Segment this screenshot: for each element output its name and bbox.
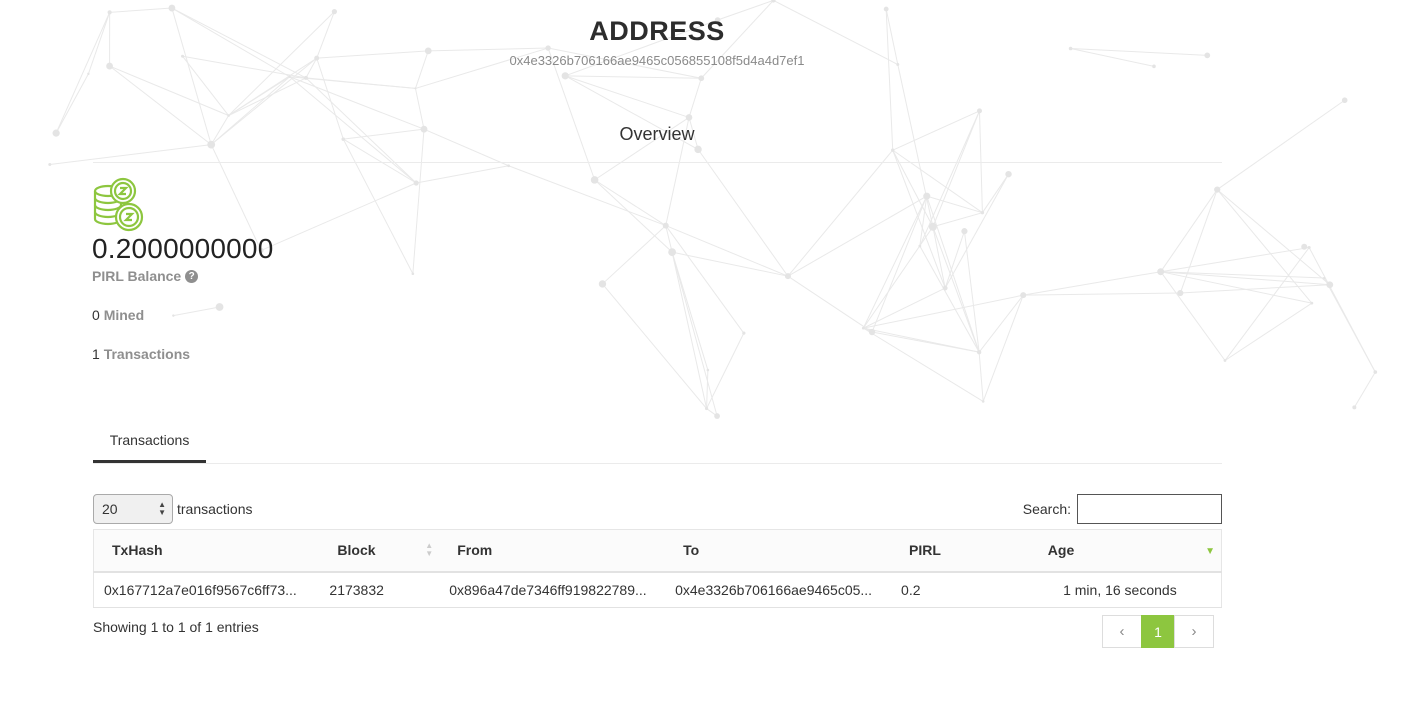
transactions-count: 1 <box>92 346 100 362</box>
cell-pirl: 0.2 <box>891 571 1009 608</box>
next-page-button[interactable]: › <box>1174 615 1214 648</box>
balance-label: PIRL Balance <box>92 268 182 284</box>
search-label: Search: <box>1022 501 1071 517</box>
column-header-txhash[interactable]: TxHash <box>93 529 320 573</box>
search-input[interactable] <box>1077 494 1222 524</box>
search-control: Search: <box>1023 494 1222 524</box>
address-hash: 0x4e3326b706166ae9465c056855108f5d4a4d7e… <box>509 53 805 68</box>
overview-divider <box>93 162 1222 163</box>
cell-block[interactable]: 2173832 <box>319 571 440 608</box>
column-header-pirl[interactable]: PIRL <box>891 529 1009 573</box>
page-length-select[interactable]: 20 ▲ ▼ <box>93 494 173 524</box>
table-info: Showing 1 to 1 of 1 entries <box>93 619 259 635</box>
tabs-divider <box>93 463 1222 464</box>
column-header-to[interactable]: To <box>665 529 892 573</box>
overview-heading: Overview <box>619 124 695 144</box>
cell-to[interactable]: 0x4e3326b706166ae9465c05... <box>665 571 892 608</box>
sort-icon: ▲ ▼ <box>425 541 434 558</box>
tab-transactions[interactable]: Transactions <box>93 430 206 463</box>
mined-stat: 0 Mined <box>92 307 144 323</box>
table-header-row: TxHash Block ▲ ▼ From To PIRL Age ▼ <box>93 529 1222 573</box>
sort-desc-icon: ▼ <box>1205 546 1215 557</box>
transactions-table: TxHash Block ▲ ▼ From To PIRL Age ▼ 0x167… <box>93 529 1222 608</box>
column-header-age[interactable]: Age ▼ <box>1008 529 1222 573</box>
cell-from[interactable]: 0x896a47de7346ff919822789... <box>439 571 666 608</box>
mined-count: 0 <box>92 307 100 323</box>
page-1-button[interactable]: 1 <box>1141 615 1175 648</box>
pagination: ‹ 1 › <box>1102 615 1214 648</box>
question-circle-icon[interactable]: ? <box>185 269 199 283</box>
page-length-value: 20 <box>102 501 118 517</box>
column-header-block[interactable]: Block ▲ ▼ <box>319 529 440 573</box>
prev-page-button[interactable]: ‹ <box>1102 615 1142 648</box>
coins-icon <box>93 177 144 232</box>
select-arrows-icon: ▲ ▼ <box>158 500 166 517</box>
cell-txhash[interactable]: 0x167712a7e016f9567c6ff73... <box>93 571 320 608</box>
mined-label: Mined <box>103 307 145 323</box>
balance-value: 0.2000000000 <box>92 233 274 264</box>
column-header-from[interactable]: From <box>439 529 666 573</box>
transactions-label: Transactions <box>103 346 191 362</box>
transactions-stat: 1 Transactions <box>92 346 190 362</box>
page-length-control: 20 ▲ ▼ transactions <box>93 494 252 524</box>
page-length-suffix: transactions <box>177 501 253 517</box>
table-row: 0x167712a7e016f9567c6ff73... 2173832 0x8… <box>93 571 1222 608</box>
cell-age: 1 min, 16 seconds <box>1008 571 1222 608</box>
balance-label-row: PIRL Balance ? <box>92 268 199 284</box>
page-title: ADDRESS <box>589 16 725 46</box>
